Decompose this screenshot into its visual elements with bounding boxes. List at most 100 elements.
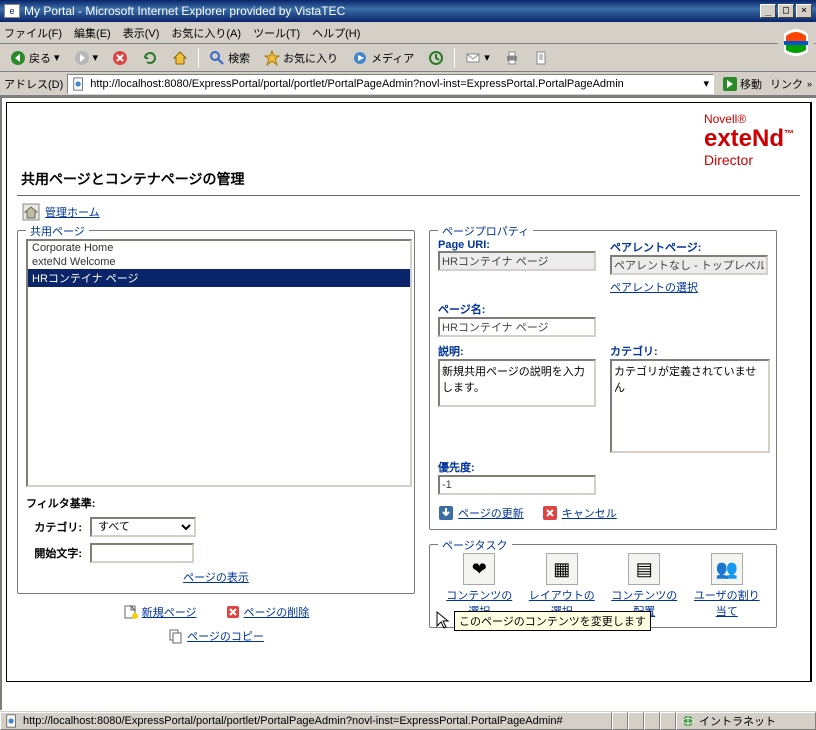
toolbar: 戻る ▾ ▾ 検索 お気に入り メディア ▾ [0, 44, 816, 72]
copy-page-label[interactable]: ページのコピー [187, 628, 264, 644]
uri-field [438, 251, 596, 271]
close-button[interactable]: × [796, 4, 812, 18]
delete-page-label[interactable]: ページの削除 [244, 604, 310, 620]
cancel-button[interactable]: キャンセル [542, 505, 617, 521]
menu-view[interactable]: 表示(V) [123, 25, 160, 41]
window-title: My Portal - Microsoft Internet Explorer … [24, 4, 345, 18]
stop-button[interactable] [108, 48, 132, 68]
search-button[interactable]: 検索 [205, 48, 254, 68]
category-select[interactable]: すべて [90, 517, 196, 537]
cat-box: カテゴリが定義されていません [610, 359, 770, 453]
desc-label: 説明: [438, 343, 602, 359]
go-label: 移動 [740, 76, 762, 92]
status-url: http://localhost:8080/ExpressPortal/port… [23, 715, 563, 727]
menu-edit[interactable]: 編集(E) [74, 25, 111, 41]
name-label: ページ名: [438, 301, 602, 317]
intranet-zone-icon [681, 714, 695, 728]
user-assign-icon: 👥 [711, 553, 743, 585]
menu-file[interactable]: ファイル(F) [4, 25, 62, 41]
new-page-label[interactable]: 新規ページ [142, 604, 197, 620]
admin-home-icon [21, 202, 41, 222]
brand-director: Director [704, 153, 794, 168]
links-label[interactable]: リンク [770, 76, 803, 92]
task-user-assign-label[interactable]: ユーザの割り当て [694, 590, 760, 618]
statusbar: http://localhost:8080/ExpressPortal/port… [0, 710, 816, 730]
media-icon [352, 50, 368, 66]
copy-page-link[interactable]: ページのコピー [17, 628, 415, 644]
page-tasks-legend: ページタスク [438, 537, 512, 553]
go-arrow-icon [722, 76, 738, 92]
forward-arrow-icon [74, 50, 90, 66]
list-item-selected[interactable]: HRコンテイナ ページ [28, 269, 410, 287]
new-page-link[interactable]: 新規ページ [123, 604, 197, 620]
task-tooltip: このページのコンテンツを変更します [454, 611, 651, 631]
content-layout-icon: ▤ [628, 553, 660, 585]
task-content-layout[interactable]: ▤ コンテンツの配置 [606, 553, 682, 619]
brand-extend: exteNd™ [704, 126, 794, 152]
address-input[interactable]: http://localhost:8080/ExpressPortal/port… [67, 74, 714, 94]
page-icon [72, 77, 86, 91]
cat-label: カテゴリ: [610, 343, 774, 359]
mail-dropdown-icon: ▾ [484, 51, 490, 64]
list-item[interactable]: exteNd Welcome [28, 255, 410, 269]
task-layout-select[interactable]: ▦ レイアウトの選択 [524, 553, 600, 619]
forward-button[interactable]: ▾ [70, 48, 103, 68]
menubar: ファイル(F) 編集(E) 表示(V) お気に入り(A) ツール(T) ヘルプ(… [0, 22, 816, 44]
menu-favorites[interactable]: お気に入り(A) [171, 25, 241, 41]
address-dropdown-icon[interactable]: ▾ [703, 77, 709, 90]
parent-label: ペアレントページ: [610, 239, 774, 255]
task-content-select[interactable]: ❤ コンテンツの選択 [441, 553, 517, 619]
menu-tools[interactable]: ツール(T) [253, 25, 300, 41]
task-user-assign[interactable]: 👥 ユーザの割り当て [689, 553, 765, 619]
print-icon [504, 50, 520, 66]
priority-field[interactable] [438, 475, 596, 495]
history-button[interactable] [424, 48, 448, 68]
history-icon [428, 50, 444, 66]
status-zone: イントラネット [699, 713, 776, 729]
edit-button[interactable] [530, 48, 554, 68]
home-icon [172, 50, 188, 66]
ie-icon: e [4, 4, 20, 18]
brand: Novell® exteNd™ Director [704, 113, 794, 168]
go-button[interactable]: 移動 [718, 75, 766, 93]
show-pages-link[interactable]: ページの表示 [183, 572, 249, 584]
mail-button[interactable]: ▾ [461, 48, 494, 68]
address-label: アドレス(D) [4, 76, 63, 92]
delete-page-link[interactable]: ページの削除 [225, 604, 310, 620]
list-item[interactable]: Corporate Home [28, 241, 410, 255]
name-field[interactable] [438, 317, 596, 337]
print-button[interactable] [500, 48, 524, 68]
refresh-icon [142, 50, 158, 66]
parent-select-link[interactable]: ペアレントの選択 [610, 282, 698, 294]
favorites-button[interactable]: お気に入り [260, 48, 342, 68]
page-frame: Novell® exteNd™ Director 共用ページとコンテナページの管… [6, 102, 812, 682]
cancel-label[interactable]: キャンセル [562, 505, 617, 521]
maximize-button[interactable]: □ [778, 4, 794, 18]
admin-home-label[interactable]: 管理ホーム [45, 204, 100, 220]
toolbar-separator [454, 48, 455, 68]
home-button[interactable] [168, 48, 192, 68]
new-page-icon [123, 604, 139, 620]
update-page-label[interactable]: ページの更新 [458, 505, 524, 521]
startchar-input[interactable] [90, 543, 194, 563]
refresh-button[interactable] [138, 48, 162, 68]
shared-pages-legend: 共用ページ [26, 223, 89, 239]
search-label: 検索 [228, 50, 250, 66]
admin-home-link[interactable]: 管理ホーム [21, 202, 796, 222]
update-page-button[interactable]: ページの更新 [438, 505, 524, 521]
content-viewport: Novell® exteNd™ Director 共用ページとコンテナページの管… [0, 96, 816, 710]
media-button[interactable]: メディア [348, 48, 418, 68]
delete-icon [225, 604, 241, 620]
star-icon [264, 50, 280, 66]
shared-pages-list[interactable]: Corporate Home exteNd Welcome HRコンテイナ ペー… [26, 239, 412, 487]
back-button[interactable]: 戻る ▾ [6, 48, 64, 68]
menu-help[interactable]: ヘルプ(H) [312, 25, 360, 41]
save-arrow-icon [438, 505, 454, 521]
shared-pages-fieldset: 共用ページ Corporate Home exteNd Welcome HRコン… [17, 230, 415, 594]
desc-field[interactable]: 新規共用ページの説明を入力します。 [438, 359, 596, 407]
ie-logo-icon [778, 24, 814, 60]
startchar-label: 開始文字: [26, 545, 82, 561]
links-chevron-icon: » [807, 79, 812, 89]
favorites-label: お気に入り [283, 50, 338, 66]
minimize-button[interactable]: _ [760, 4, 776, 18]
